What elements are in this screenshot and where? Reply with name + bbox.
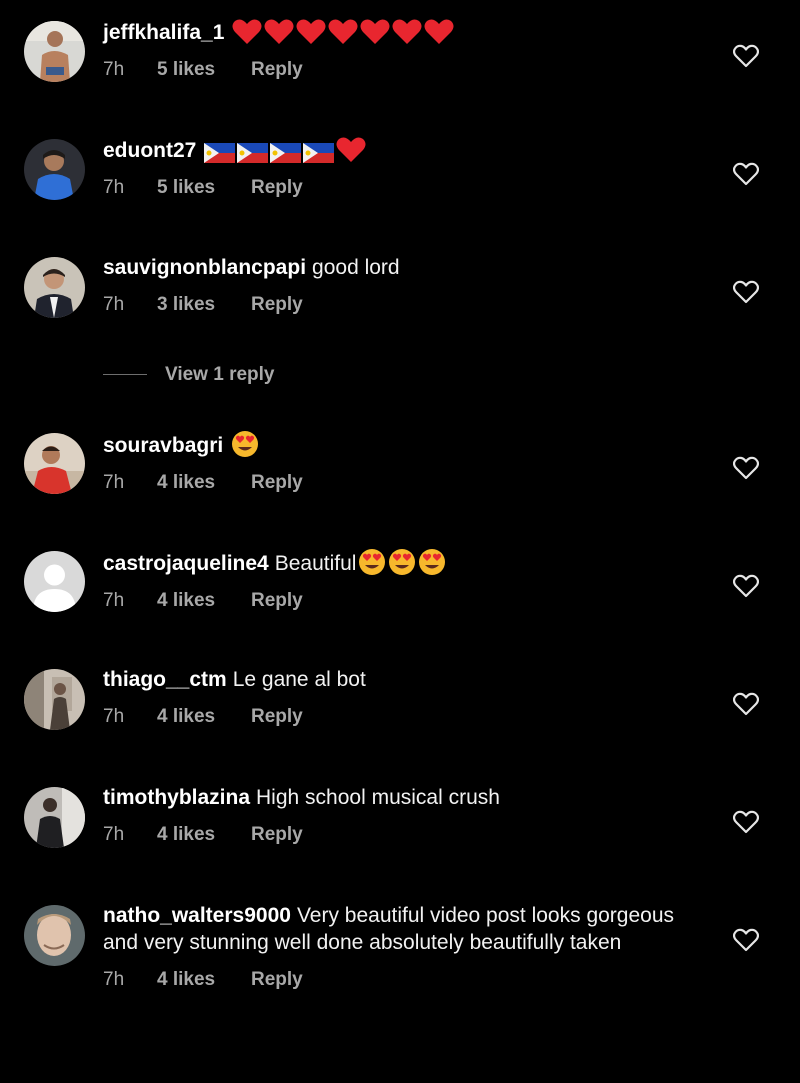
- avatar[interactable]: [24, 433, 85, 494]
- comment-meta: 7h 5 likes Reply: [103, 58, 703, 82]
- avatar[interactable]: [24, 905, 85, 966]
- comment-body: natho_walters9000 Very beautiful video po…: [103, 902, 703, 992]
- comment-likes[interactable]: 4 likes: [157, 471, 251, 495]
- like-heart-icon[interactable]: [733, 810, 759, 834]
- comment-body: souravbagri 7h 4 likes Reply: [103, 430, 703, 495]
- view-replies-label[interactable]: View 1 reply: [165, 364, 275, 385]
- comment-body: timothyblazina High school musical crush …: [103, 784, 703, 847]
- comment-meta: 7h 4 likes Reply: [103, 705, 703, 729]
- philippines-flag-icon: [204, 143, 236, 163]
- comment-time: 7h: [103, 177, 125, 198]
- comment-meta: 7h 5 likes Reply: [103, 176, 703, 200]
- reply-button[interactable]: Reply: [251, 823, 303, 847]
- comment-text: jeffkhalifa_1: [103, 18, 703, 46]
- comment-time: 7h: [103, 59, 125, 80]
- red-heart-icon: [360, 18, 390, 45]
- comment-text: thiago__ctm Le gane al bot: [103, 666, 703, 693]
- avatar[interactable]: [24, 669, 85, 730]
- heart-eyes-emoji-icon: [418, 548, 446, 576]
- comment-username[interactable]: eduont27: [103, 139, 196, 162]
- like-heart-icon[interactable]: [733, 44, 759, 68]
- emoji-row: [230, 18, 454, 45]
- comment-username[interactable]: jeffkhalifa_1: [103, 21, 224, 44]
- comment-username[interactable]: natho_walters9000: [103, 904, 291, 927]
- heart-eyes-emoji-icon: [388, 548, 416, 576]
- avatar[interactable]: [24, 139, 85, 200]
- like-heart-icon[interactable]: [733, 280, 759, 304]
- comment-likes[interactable]: 4 likes: [157, 589, 251, 613]
- comment-likes[interactable]: 5 likes: [157, 58, 251, 82]
- reply-button[interactable]: Reply: [251, 58, 303, 82]
- avatar[interactable]: [24, 551, 85, 612]
- comment-likes[interactable]: 4 likes: [157, 968, 251, 992]
- avatar[interactable]: [24, 787, 85, 848]
- red-heart-icon: [232, 18, 262, 45]
- emoji-row: [202, 136, 366, 163]
- avatar[interactable]: [24, 21, 85, 82]
- comment-username[interactable]: castrojaqueline4: [103, 552, 269, 575]
- reply-button[interactable]: Reply: [251, 589, 303, 613]
- reply-button[interactable]: Reply: [251, 293, 303, 317]
- like-heart-icon[interactable]: [733, 456, 759, 480]
- comment-text: souravbagri: [103, 430, 703, 459]
- heart-eyes-emoji-icon: [231, 430, 259, 458]
- comment-time: 7h: [103, 590, 125, 611]
- view-replies-divider: [103, 374, 147, 376]
- comment-time: 7h: [103, 294, 125, 315]
- philippines-flag-icon: [270, 143, 302, 163]
- comment-username[interactable]: thiago__ctm: [103, 668, 227, 691]
- comment-time: 7h: [103, 969, 125, 990]
- comment-likes[interactable]: 4 likes: [157, 705, 251, 729]
- avatar[interactable]: [24, 257, 85, 318]
- red-heart-icon: [336, 136, 366, 163]
- comment-time: 7h: [103, 824, 125, 845]
- philippines-flag-icon: [303, 143, 335, 163]
- red-heart-icon: [328, 18, 358, 45]
- comment-meta: 7h 4 likes Reply: [103, 471, 703, 495]
- comment-text: sauvignonblancpapi good lord: [103, 254, 703, 281]
- comment-likes[interactable]: 4 likes: [157, 823, 251, 847]
- red-heart-icon: [424, 18, 454, 45]
- reply-button[interactable]: Reply: [251, 968, 303, 992]
- comment-meta: 7h 3 likes Reply: [103, 293, 703, 317]
- comment-body: castrojaqueline4 Beautiful 7h 4 likes Reply: [103, 548, 703, 613]
- comment-username[interactable]: souravbagri: [103, 434, 223, 457]
- comment-time: 7h: [103, 706, 125, 727]
- red-heart-icon: [264, 18, 294, 45]
- comment-meta: 7h 4 likes Reply: [103, 589, 703, 613]
- red-heart-icon: [296, 18, 326, 45]
- reply-button[interactable]: Reply: [251, 176, 303, 200]
- like-heart-icon[interactable]: [733, 162, 759, 186]
- like-heart-icon[interactable]: [733, 692, 759, 716]
- heart-eyes-emoji-icon: [358, 548, 386, 576]
- comment-time: 7h: [103, 472, 125, 493]
- comment-text: natho_walters9000 Very beautiful video po…: [103, 902, 703, 956]
- like-heart-icon[interactable]: [733, 928, 759, 952]
- comment-username[interactable]: sauvignonblancpapi: [103, 256, 306, 279]
- red-heart-icon: [392, 18, 422, 45]
- comment-message: Beautiful: [274, 552, 357, 575]
- comment-likes[interactable]: 5 likes: [157, 176, 251, 200]
- comment-text: timothyblazina High school musical crush: [103, 784, 703, 811]
- comment-body: eduont27 7h 5 likes Reply: [103, 136, 703, 200]
- comment-likes[interactable]: 3 likes: [157, 293, 251, 317]
- philippines-flag-icon: [237, 143, 269, 163]
- comment-message: High school musical crush: [256, 786, 500, 809]
- reply-button[interactable]: Reply: [251, 705, 303, 729]
- comment-body: jeffkhalifa_1 7h 5 likes Reply: [103, 18, 703, 82]
- comment-body: sauvignonblancpapi good lord 7h 3 likes Rep…: [103, 254, 703, 317]
- comment-meta: 7h 4 likes Reply: [103, 823, 703, 847]
- comment-body: thiago__ctm Le gane al bot 7h 4 likes Reply: [103, 666, 703, 729]
- comment-username[interactable]: timothyblazina: [103, 786, 250, 809]
- comment-message: Le gane al bot: [232, 668, 366, 691]
- reply-button[interactable]: Reply: [251, 471, 303, 495]
- comment-meta: 7h 4 likes Reply: [103, 968, 703, 992]
- view-replies-button[interactable]: View 1 reply: [103, 363, 275, 387]
- comment-text: eduont27: [103, 136, 703, 164]
- comment-text: castrojaqueline4 Beautiful: [103, 548, 703, 577]
- comment-message: good lord: [312, 256, 400, 279]
- like-heart-icon[interactable]: [733, 574, 759, 598]
